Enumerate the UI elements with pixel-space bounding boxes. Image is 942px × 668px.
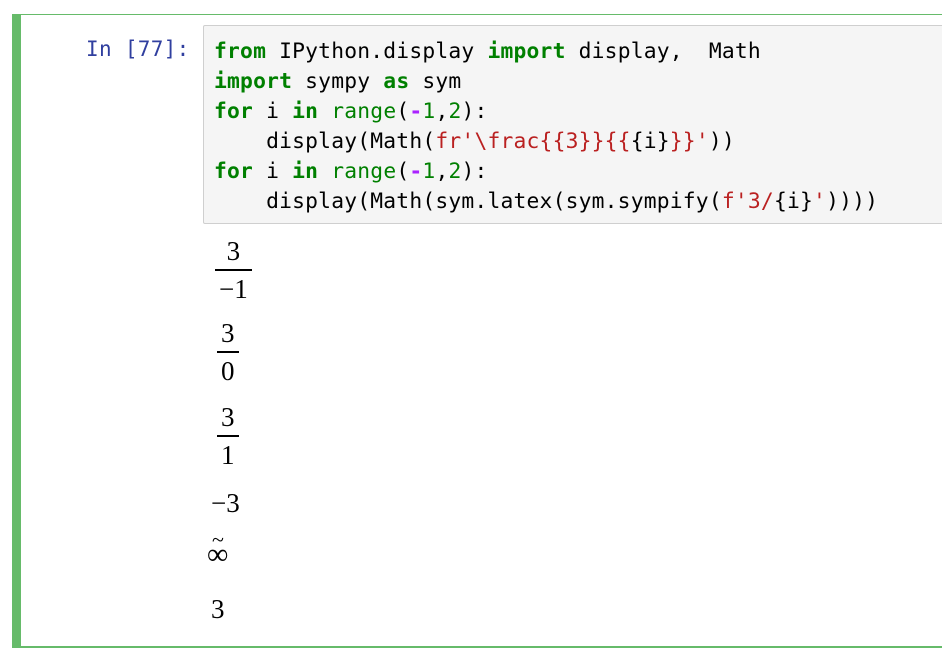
code-token: {i} — [630, 129, 670, 154]
fraction: 30 — [217, 320, 239, 385]
code-text[interactable]: from IPython.display import display, Mat… — [214, 37, 878, 217]
numerator: 3 — [226, 236, 241, 266]
code-token: sym — [409, 69, 462, 94]
math-output: 3 −1 — [215, 238, 252, 303]
code-token: )) — [708, 129, 735, 154]
code-token: display, Math — [565, 39, 761, 64]
code-token: range — [331, 159, 397, 184]
code-line: for i in range(-1,2): — [214, 97, 878, 127]
code-token: , — [435, 159, 449, 184]
fraction: 3 −1 — [215, 238, 252, 303]
denominator: −1 — [219, 274, 248, 304]
math-output: −3 — [211, 490, 240, 517]
code-token: ( — [396, 159, 410, 184]
code-token: - — [409, 99, 423, 124]
code-token: import — [487, 39, 566, 64]
code-line: for i in range(-1,2): — [214, 157, 878, 187]
numerator: 3 — [221, 318, 235, 348]
code-token: fr'\frac{{3}}{{ — [435, 129, 631, 154]
code-token: i — [253, 99, 293, 124]
code-token: {i} — [773, 189, 814, 214]
math-output: 3 — [211, 596, 225, 623]
code-token: sympy — [292, 69, 384, 94]
denominator: 0 — [221, 356, 235, 386]
code-token: 2 — [448, 99, 462, 124]
denominator: 1 — [221, 440, 235, 470]
code-token: 2 — [448, 159, 462, 184]
code-token: for — [214, 159, 254, 184]
code-token: range — [331, 99, 397, 124]
code-token: as — [383, 69, 410, 94]
math-value: −3 — [211, 488, 240, 518]
code-token: }}' — [669, 129, 709, 154]
fraction: 31 — [217, 404, 239, 469]
code-token: for — [214, 99, 254, 124]
code-token: ' — [813, 189, 827, 214]
numerator: 3 — [221, 402, 235, 432]
math-output: 30 — [217, 320, 239, 385]
code-line: import sympy as sym — [214, 67, 878, 97]
code-token: 1 — [422, 159, 436, 184]
code-token: 1 — [422, 99, 436, 124]
tilde-accent: ~ — [212, 527, 224, 552]
code-token: in — [292, 159, 319, 184]
code-token: i — [253, 159, 293, 184]
code-token: IPython.display — [266, 39, 488, 64]
code-line: display(Math(sym.latex(sym.sympify(f'3/{… — [214, 187, 878, 217]
code-token: in — [292, 99, 319, 124]
code-token: import — [214, 69, 293, 94]
code-token: from — [214, 39, 267, 64]
math-value: 3 — [211, 594, 225, 624]
code-line: from IPython.display import display, Mat… — [214, 37, 878, 67]
code-token: ): — [461, 99, 488, 124]
code-token: )))) — [826, 189, 879, 214]
code-token: f'3/ — [721, 189, 774, 214]
code-editor[interactable]: from IPython.display import display, Mat… — [203, 25, 942, 224]
code-token: display(Math(sym.latex(sym.sympify( — [214, 189, 722, 214]
cell-selection-bar — [12, 15, 21, 646]
input-prompt: In [77]: — [86, 37, 190, 61]
math-output: 31 — [217, 404, 239, 469]
complex-infinity-symbol: ∞ ~ — [207, 529, 228, 570]
code-token: - — [409, 159, 423, 184]
code-token: , — [435, 99, 449, 124]
code-line: display(Math(fr'\frac{{3}}{{{i}}}')) — [214, 127, 878, 157]
math-output: ∞ ~ — [207, 529, 228, 570]
code-token: display(Math( — [214, 129, 436, 154]
code-token: ): — [461, 159, 488, 184]
code-token: ( — [396, 99, 410, 124]
